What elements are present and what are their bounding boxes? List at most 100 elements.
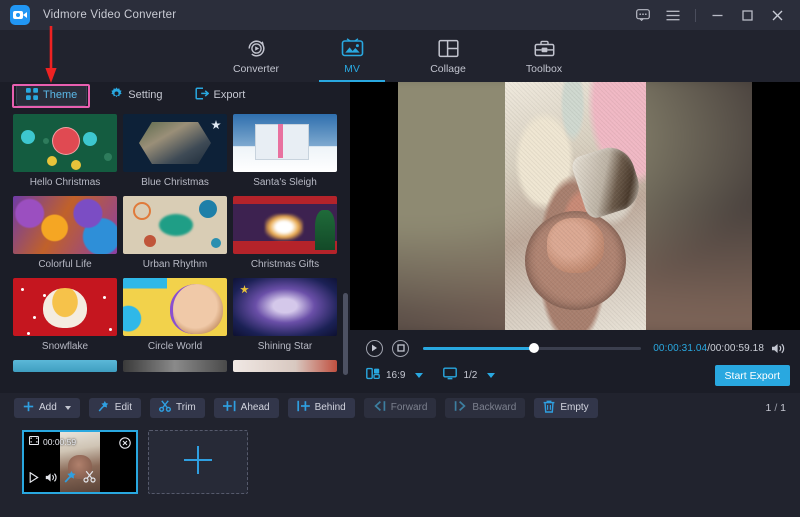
main-navigation: Converter MV C [0,30,800,82]
chevron-down-icon[interactable] [415,373,423,378]
clip-duration-text: 00:00:59 [43,437,76,447]
menu-icon[interactable] [658,0,688,30]
theme-label: Colorful Life [38,259,91,270]
theme-thumbnail [233,196,337,254]
theme-label: Urban Rhythm [143,259,207,270]
move-backward-icon [454,400,467,415]
theme-label: Circle World [148,341,202,352]
nav-item-mv[interactable]: MV [312,30,392,82]
theme-item[interactable]: Blue Christmas [120,114,230,188]
theme-label: Hello Christmas [30,177,101,188]
theme-label: Blue Christmas [141,177,209,188]
empty-button[interactable]: Empty [534,398,597,418]
collage-grid-icon [438,37,459,59]
total-time: /00:00:59.18 [707,343,764,354]
theme-item[interactable]: Circle World [120,278,230,352]
chevron-down-icon[interactable] [487,373,495,378]
theme-item[interactable]: Christmas Gifts [230,196,340,270]
screen-split-selector[interactable]: 1/2 [443,367,495,383]
preview-letterbox-right [752,82,800,330]
play-circle-icon[interactable] [366,340,383,357]
theme-panel-scrollbar[interactable] [343,293,348,375]
nav-item-collage[interactable]: Collage [408,30,488,82]
convert-circle-icon [246,37,267,59]
theme-item[interactable]: Colorful Life [10,196,120,270]
theme-grid-panel[interactable]: Hello Christmas Blue Christmas Santa's S… [0,108,350,393]
play-icon[interactable] [29,470,39,488]
forward-button[interactable]: Forward [364,398,437,418]
plus-icon [23,401,34,415]
theme-thumbnail [13,360,117,372]
forward-label: Forward [391,402,428,413]
theme-thumbnail [123,114,227,172]
aspect-ratio-selector[interactable]: 16:9 [366,367,423,383]
sub-tab-bar: Theme Setting Export [0,82,350,108]
window-controls-divider [688,0,702,30]
theme-thumbnail [13,278,117,336]
seek-handle[interactable] [529,343,539,353]
minimize-icon[interactable] [702,0,732,30]
edit-button[interactable]: Edit [89,398,141,418]
volume-icon[interactable] [45,470,58,488]
close-circle-icon[interactable] [119,436,131,448]
volume-icon[interactable] [771,342,786,355]
toolbox-icon [534,37,555,59]
close-icon[interactable] [762,0,792,30]
title-bar: Vidmore Video Converter [0,0,800,30]
maximize-icon[interactable] [732,0,762,30]
theme-item[interactable] [230,360,340,372]
trim-label: Trim [176,402,196,413]
page-indicator: 1 / 1 [766,402,786,414]
window-controls [628,0,800,30]
app-logo-icon [10,5,30,25]
theme-thumbnail [13,196,117,254]
theme-item[interactable]: Santa's Sleigh [230,114,340,188]
theme-item[interactable]: Urban Rhythm [120,196,230,270]
annotation-red-arrow [44,26,58,84]
edit-label: Edit [115,402,132,413]
clip-duration: 00:00:59 [29,436,76,447]
nav-item-converter[interactable]: Converter [216,30,296,82]
trim-button[interactable]: Trim [150,398,205,418]
stop-circle-icon[interactable] [392,340,409,357]
player-control-bar: 00:00:31.04/00:00:59.18 [350,330,800,393]
tab-export[interactable]: Export [186,84,255,106]
app-window: Vidmore Video Converter [0,0,800,517]
nav-item-toolbox[interactable]: Toolbox [504,30,584,82]
behind-button[interactable]: Behind [288,398,355,418]
ahead-button[interactable]: Ahead [214,398,279,418]
theme-thumbnail [13,114,117,172]
tab-theme[interactable]: Theme [16,84,87,106]
theme-thumbnail [233,114,337,172]
feedback-icon[interactable] [628,0,658,30]
app-title: Vidmore Video Converter [43,9,176,21]
theme-item[interactable]: Hello Christmas [10,114,120,188]
theme-item[interactable]: Shining Star [230,278,340,352]
preview-letterbox-left [350,82,398,330]
theme-thumbnail [123,278,227,336]
clip-timeline: 00:00:59 [0,422,800,517]
add-button[interactable]: Add [14,398,80,418]
theme-item[interactable] [120,360,230,372]
seek-slider[interactable] [423,341,641,355]
chevron-down-icon[interactable] [65,406,71,410]
video-preview[interactable] [350,82,800,330]
timeline-clip[interactable]: 00:00:59 [22,430,138,494]
backward-button[interactable]: Backward [445,398,525,418]
tab-setting[interactable]: Setting [101,84,171,106]
mv-picture-icon [341,37,364,59]
theme-item[interactable] [10,360,120,372]
theme-label: Snowflake [42,341,88,352]
page-total: 1 [780,402,786,414]
theme-thumbnail [233,360,337,372]
seek-progress [423,347,534,350]
ahead-label: Ahead [241,402,270,413]
theme-item[interactable]: Snowflake [10,278,120,352]
start-export-button[interactable]: Start Export [715,365,790,386]
scissors-icon[interactable] [83,470,96,488]
magic-wand-icon[interactable] [64,470,77,488]
nav-label-toolbox: Toolbox [526,63,562,75]
theme-grid: Hello Christmas Blue Christmas Santa's S… [0,108,340,380]
add-clip-slot[interactable] [148,430,248,494]
player-options-row: 16:9 1/2 Start Export [350,362,800,388]
